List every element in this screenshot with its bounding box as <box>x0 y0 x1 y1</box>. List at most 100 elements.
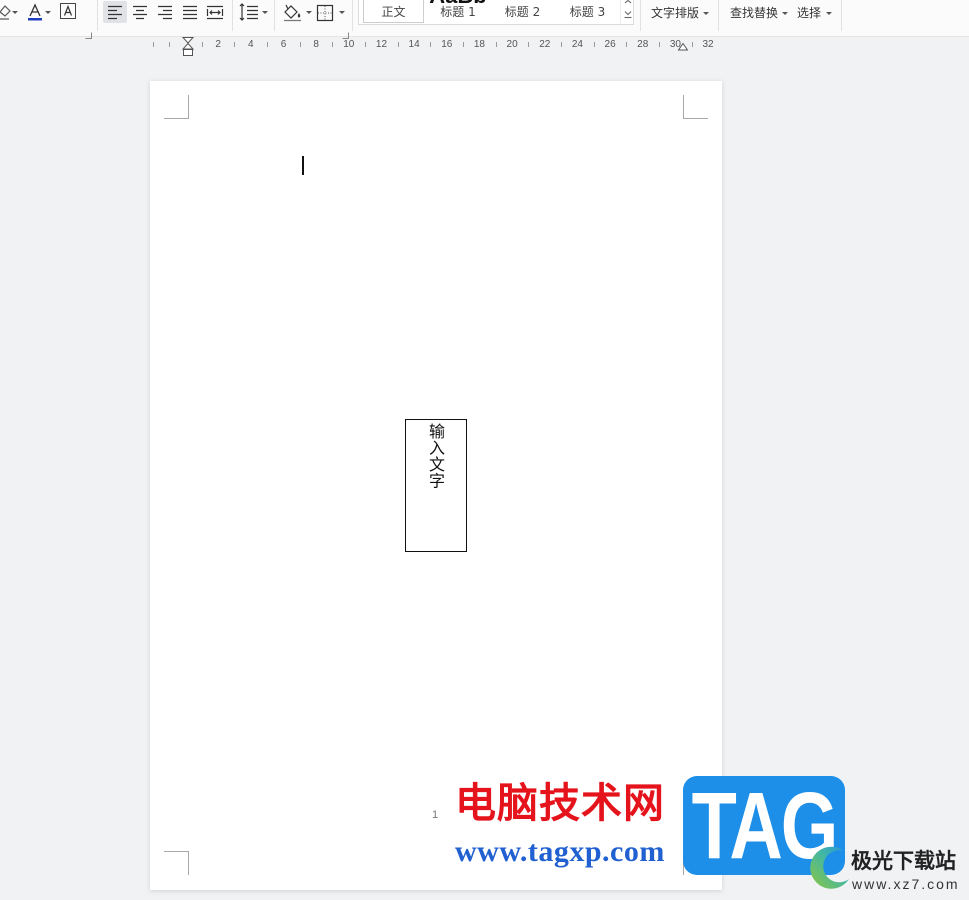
first-line-indent-marker[interactable] <box>182 37 194 44</box>
find-replace-button[interactable]: 查找替换 <box>730 6 778 20</box>
style-gallery: AaBb 正文 标题 1 标题 2 标题 3 <box>358 0 634 25</box>
align-right-button[interactable] <box>155 1 175 23</box>
ruler-tick <box>561 42 563 47</box>
character-border-button[interactable] <box>60 3 76 20</box>
font-color-button[interactable] <box>26 2 44 22</box>
style-item-heading-2[interactable]: 标题 2 <box>490 1 555 23</box>
style-gallery-scroll[interactable] <box>620 0 633 24</box>
ruler-tick <box>495 42 497 47</box>
ruler-label-14: 14 <box>408 39 420 50</box>
ruler-label-6: 6 <box>280 39 287 50</box>
ruler-tick <box>528 42 530 47</box>
horizontal-ruler[interactable]: 2 4 6 8 10 12 14 16 18 20 22 24 26 28 30 32 <box>150 37 722 56</box>
line-spacing-button[interactable] <box>238 2 260 22</box>
ruler-tick <box>169 42 171 47</box>
indent-markers[interactable] <box>182 37 194 56</box>
style-item-body[interactable]: 正文 <box>363 0 424 23</box>
text-layout-dropdown-arrow-icon[interactable] <box>703 12 709 15</box>
distributed-button[interactable] <box>205 1 225 23</box>
ruler-tick <box>234 42 236 47</box>
ruler-tick <box>430 42 432 47</box>
ruler-tick <box>397 42 399 47</box>
ruler-label-26: 26 <box>604 39 616 50</box>
toolbar-separator <box>274 0 275 31</box>
text-layout-button[interactable]: 文字排版 <box>651 6 699 20</box>
distributed-icon <box>206 5 224 20</box>
select-button[interactable]: 选择 <box>797 6 821 20</box>
ruler-label-10: 10 <box>343 39 355 50</box>
font-dialog-launcher[interactable] <box>85 24 92 39</box>
shading-button[interactable] <box>282 2 304 22</box>
toolbar-separator <box>718 0 719 31</box>
gallery-scroll-arrows-icon <box>624 0 632 19</box>
ruler-tick <box>267 42 269 47</box>
ruler-label-8: 8 <box>313 39 319 50</box>
justify-icon <box>183 5 197 20</box>
line-spacing-dropdown-arrow-icon[interactable] <box>262 11 268 14</box>
select-dropdown-arrow-icon[interactable] <box>826 12 832 15</box>
shading-icon <box>284 4 301 22</box>
left-indent-marker[interactable] <box>183 49 193 56</box>
highlight-button[interactable] <box>0 2 12 22</box>
ruler-label-24: 24 <box>571 39 583 50</box>
document-page[interactable]: 输入文字 1 <box>150 81 722 890</box>
watermark-brand-url: www.xz7.com <box>852 876 960 892</box>
toolbar-separator <box>352 0 353 31</box>
page-number: 1 <box>432 809 439 821</box>
toolbar-separator <box>232 0 233 31</box>
ruler-tick <box>691 42 693 47</box>
jiguang-logo-icon <box>810 846 849 889</box>
borders-icon <box>316 4 334 22</box>
ruler-tick <box>593 42 595 47</box>
ruler-label-18: 18 <box>473 39 485 50</box>
ruler-label-22: 22 <box>539 39 551 50</box>
ruler-tick <box>152 42 154 47</box>
dialog-launcher-icon <box>85 32 92 39</box>
align-left-icon <box>108 5 122 20</box>
ruler-tick <box>659 42 661 47</box>
paragraph-dialog-launcher[interactable] <box>342 24 349 39</box>
text-box-content[interactable]: 输入文字 <box>426 423 445 489</box>
borders-button[interactable] <box>316 2 334 22</box>
shading-dropdown-arrow-icon[interactable] <box>306 11 312 14</box>
document-workspace: { "toolbar": { "icons": ["highlight-icon… <box>0 0 969 900</box>
vertical-text-box[interactable]: 输入文字 <box>405 419 467 552</box>
justify-button[interactable] <box>180 1 200 23</box>
ruler-tick <box>332 42 334 47</box>
watermark-site-name: 电脑技术网 <box>455 779 665 827</box>
watermark-brand-name: 极光下载站 <box>851 849 956 873</box>
ruler-label-20: 20 <box>506 39 518 50</box>
font-color-icon <box>28 3 42 21</box>
highlight-icon <box>0 5 11 20</box>
toolbar-separator <box>841 0 842 31</box>
watermark-site-url: www.tagxp.com <box>455 835 665 868</box>
borders-dropdown-arrow-icon[interactable] <box>339 11 345 14</box>
line-spacing-icon <box>239 3 258 21</box>
ruler-tick <box>201 42 203 47</box>
ruler-label-12: 12 <box>375 39 388 50</box>
ruler-tick <box>626 42 628 47</box>
ruler-tick <box>365 42 367 47</box>
hanging-indent-marker[interactable] <box>182 42 194 50</box>
ruler-tick <box>299 42 301 47</box>
ruler-tick <box>463 42 465 47</box>
align-center-button[interactable] <box>130 1 150 23</box>
ruler-label-32: 32 <box>702 39 714 50</box>
right-indent-marker[interactable] <box>678 43 688 51</box>
highlight-dropdown-arrow-icon[interactable] <box>12 11 18 14</box>
ruler-label-16: 16 <box>441 39 453 50</box>
align-center-icon <box>133 5 147 20</box>
character-border-icon <box>60 3 76 19</box>
font-color-dropdown-arrow-icon[interactable] <box>45 11 51 14</box>
align-left-button[interactable] <box>103 1 127 23</box>
style-item-heading-1[interactable]: 标题 1 <box>426 1 490 23</box>
toolbar-separator <box>97 0 98 31</box>
find-replace-dropdown-arrow-icon[interactable] <box>782 12 788 15</box>
ruler-label-28: 28 <box>637 39 649 50</box>
align-right-icon <box>158 5 172 20</box>
ruler-label-4: 4 <box>248 39 254 50</box>
text-cursor <box>302 156 304 175</box>
toolbar-separator <box>640 0 641 31</box>
ruler-label-2: 2 <box>215 39 221 50</box>
style-item-heading-3[interactable]: 标题 3 <box>555 1 620 23</box>
